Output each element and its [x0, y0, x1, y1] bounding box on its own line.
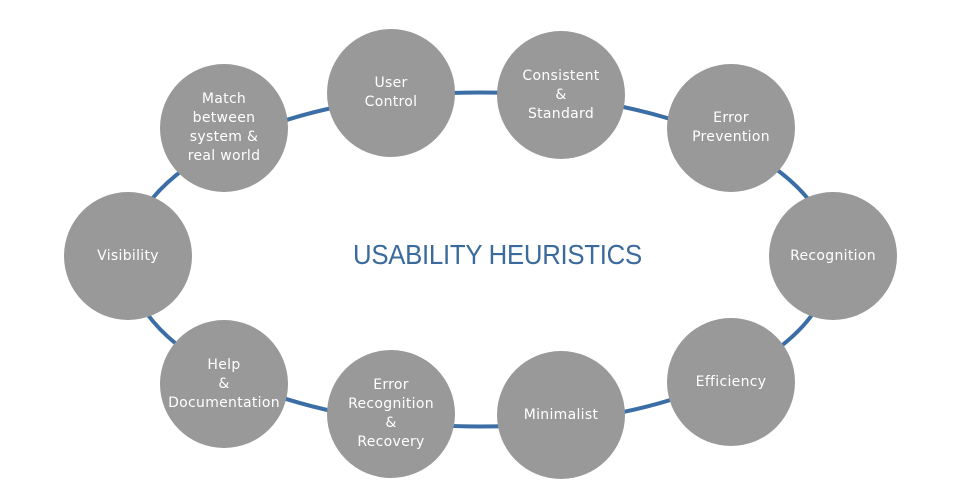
node-label: Visibility	[97, 247, 159, 264]
node-match-between-system-real-world: Match between system & real world	[160, 64, 288, 192]
node-error-prevention: Error Prevention	[667, 64, 795, 192]
node-label: User Control	[364, 75, 418, 110]
node-efficiency: Efficiency	[667, 318, 795, 446]
node-label: Consistent & Standard	[522, 67, 600, 122]
node-label: Recognition	[790, 247, 876, 264]
diagram-title: USABILITY HEURISTICS	[353, 239, 642, 270]
node-user-control: User Control	[327, 29, 455, 157]
node-label: Help & Documentation	[168, 356, 280, 411]
node-minimalist: Minimalist	[497, 351, 625, 479]
node-help-documentation: Help & Documentation	[160, 320, 288, 448]
node-label: Error Recognition & Recovery	[348, 377, 434, 450]
node-visibility: Visibility	[64, 192, 192, 320]
node-recognition: Recognition	[769, 192, 897, 320]
node-label: Efficiency	[695, 373, 767, 390]
node-label: Error Prevention	[692, 110, 770, 145]
node-label: Minimalist	[523, 406, 599, 423]
node-label: Match between system & real world	[187, 91, 261, 164]
node-consistent-standard: Consistent & Standard	[497, 31, 625, 159]
node-error-recognition-recovery: Error Recognition & Recovery	[327, 350, 455, 478]
